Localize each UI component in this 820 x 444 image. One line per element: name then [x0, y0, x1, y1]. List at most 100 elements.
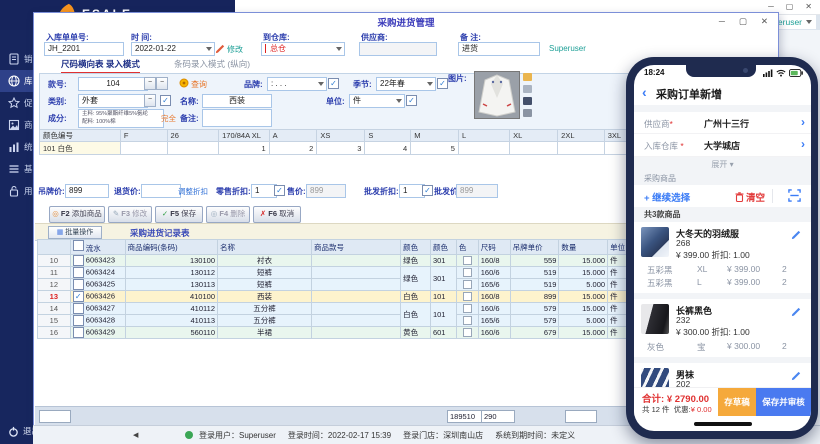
add-product-button[interactable]: ◎ F2 添加商品	[49, 206, 105, 223]
matrix-qty-cell[interactable]	[558, 142, 605, 155]
expand-toggle[interactable]: 展开 ▾	[634, 157, 811, 172]
wholesale-price-input[interactable]: 899	[456, 184, 498, 198]
matrix-qty-cell[interactable]: 2	[269, 142, 317, 155]
close-icon[interactable]: ✕	[805, 1, 812, 12]
pic-camera-icon[interactable]	[523, 109, 532, 117]
color-swatch	[463, 280, 472, 289]
cancel-button[interactable]: ✗ F6 取消	[253, 206, 301, 223]
row-checkbox[interactable]	[73, 291, 84, 302]
sidebar-item-0[interactable]: 销售	[0, 48, 33, 70]
row-checkbox[interactable]	[73, 303, 84, 314]
matrix-qty-cell[interactable]: 5	[411, 142, 459, 155]
row-checkbox[interactable]	[73, 279, 84, 290]
pic-phone-icon[interactable]	[523, 97, 532, 105]
matrix-qty-cell[interactable]	[167, 142, 219, 155]
edit-pencil-icon[interactable]	[791, 230, 801, 240]
season-select[interactable]: 22年春	[376, 77, 436, 91]
unit-checkbox[interactable]	[406, 95, 417, 106]
pic-delete-icon[interactable]	[523, 85, 532, 93]
edit-pencil-icon[interactable]	[791, 371, 801, 381]
matrix-color-cell: 101 白色	[40, 142, 121, 155]
sidebar-item-3[interactable]: 商品	[0, 114, 33, 136]
sidebar-item-exit[interactable]: 退出	[0, 422, 33, 440]
dialog-maximize-icon[interactable]: ▢	[739, 16, 747, 27]
table-header: 商品款号	[311, 240, 400, 255]
wholesale-checkbox[interactable]	[422, 185, 433, 196]
row-code-cell: 6063426	[70, 291, 125, 303]
dialog-close-icon[interactable]: ✕	[761, 16, 768, 27]
date-select[interactable]: 2022-01-22	[131, 42, 215, 56]
product-image	[474, 71, 520, 119]
category-input[interactable]: 外套	[78, 94, 148, 108]
matrix-qty-cell[interactable]	[120, 142, 167, 155]
bill-no-input[interactable]: JH_2201	[44, 42, 124, 56]
matrix-qty-cell[interactable]: 4	[365, 142, 411, 155]
style-minus2-button[interactable]: −	[156, 77, 168, 90]
collapse-arrow-icon[interactable]: ◀	[133, 431, 138, 439]
style-minus-button[interactable]: −	[144, 77, 156, 90]
row-checkbox[interactable]	[73, 327, 84, 338]
category-checkbox[interactable]	[160, 95, 171, 106]
matrix-qty-cell[interactable]	[510, 142, 558, 155]
retail-checkbox[interactable]	[274, 185, 285, 196]
scan-icon[interactable]	[788, 189, 801, 207]
supplier-field[interactable]: 供应商* 广州十三行 ›	[634, 112, 811, 134]
sidebar-item-4[interactable]: 统计	[0, 136, 33, 158]
matrix-header: 2XL	[558, 130, 605, 142]
matrix-qty-cell[interactable]: 3	[317, 142, 365, 155]
supplier-input[interactable]	[359, 42, 437, 56]
product-code: 268	[676, 238, 690, 248]
garment-image	[475, 72, 519, 118]
unit-select[interactable]: 件	[349, 94, 405, 108]
phone-body: 供应商* 广州十三行 › 入库仓库 * 大学城店 › 展开 ▾ 采购商品 + 继…	[634, 105, 811, 431]
sidebar-item-2[interactable]: 促销	[0, 92, 33, 114]
adjust-discount-link[interactable]: 调整折扣	[178, 186, 208, 197]
retail-price-input[interactable]: 899	[306, 184, 346, 198]
note-input[interactable]	[202, 109, 272, 127]
save-button[interactable]: ✓ F5 保存	[155, 206, 203, 223]
season-checkbox[interactable]	[437, 78, 448, 89]
dialog-minimize-icon[interactable]: ─	[719, 16, 725, 27]
sidebar-item-6[interactable]: 用户	[0, 180, 33, 202]
warehouse-select[interactable]: 总仓	[261, 42, 345, 56]
warehouse-field-label: 入库仓库 *	[644, 140, 684, 152]
style-no-input[interactable]: 104	[78, 77, 148, 91]
modify-button[interactable]: ✎ F3 修改	[108, 206, 152, 223]
category-minus-button[interactable]: −	[144, 94, 156, 107]
back-chevron-icon[interactable]: ‹	[642, 83, 647, 101]
delete-button[interactable]: ◎ F4 删除	[206, 206, 250, 223]
warehouse-field[interactable]: 入库仓库 * 大学城店 ›	[634, 134, 811, 157]
brand-checkbox[interactable]	[328, 78, 339, 89]
clear-button[interactable]: 清空	[735, 190, 765, 204]
minimize-icon[interactable]: ─	[768, 1, 774, 12]
batch-operation-button[interactable]: ▦ 批量操作	[48, 226, 102, 239]
row-checkbox[interactable]	[73, 267, 84, 278]
brand-select[interactable]: : . . .	[267, 77, 327, 91]
return-price-input[interactable]	[141, 184, 181, 198]
wifi-icon	[776, 69, 786, 77]
edit-pencil-icon[interactable]	[791, 307, 801, 317]
query-link[interactable]: 查询	[191, 79, 207, 90]
complete-link[interactable]: 完全	[161, 113, 176, 124]
sidebar-item-1[interactable]: 库存	[0, 70, 33, 92]
home-indicator[interactable]	[694, 422, 752, 426]
save-and-audit-button[interactable]: 保存并审核	[756, 388, 811, 416]
edit-pencil-icon[interactable]	[215, 44, 225, 54]
tag-price-input[interactable]: 899	[65, 184, 109, 198]
sidebar-item-5[interactable]: 基本	[0, 158, 33, 180]
maximize-icon[interactable]: ▢	[786, 1, 794, 12]
save-draft-button[interactable]: 存草稿	[718, 388, 756, 416]
name-input[interactable]: 西装	[202, 94, 272, 108]
remark-input[interactable]: 进货	[458, 42, 540, 56]
matrix-qty-cell[interactable]	[458, 142, 509, 155]
matrix-qty-cell[interactable]: 1	[219, 142, 270, 155]
row-checkbox[interactable]	[73, 255, 84, 266]
tab-size-grid-mode[interactable]: 尺码横向表 录入模式	[61, 58, 140, 74]
continue-select-button[interactable]: + 继续选择	[644, 190, 690, 204]
row-checkbox[interactable]	[73, 315, 84, 326]
battery-icon	[789, 69, 803, 77]
composition-input[interactable]: 主料: 95%聚酯纤维5%氨纶 配料: 100%棉	[78, 109, 164, 128]
tab-barcode-mode[interactable]: 条码录入模式 (纵向)	[174, 58, 250, 70]
modify-link[interactable]: 修改	[227, 44, 243, 55]
pic-open-icon[interactable]	[523, 73, 532, 81]
